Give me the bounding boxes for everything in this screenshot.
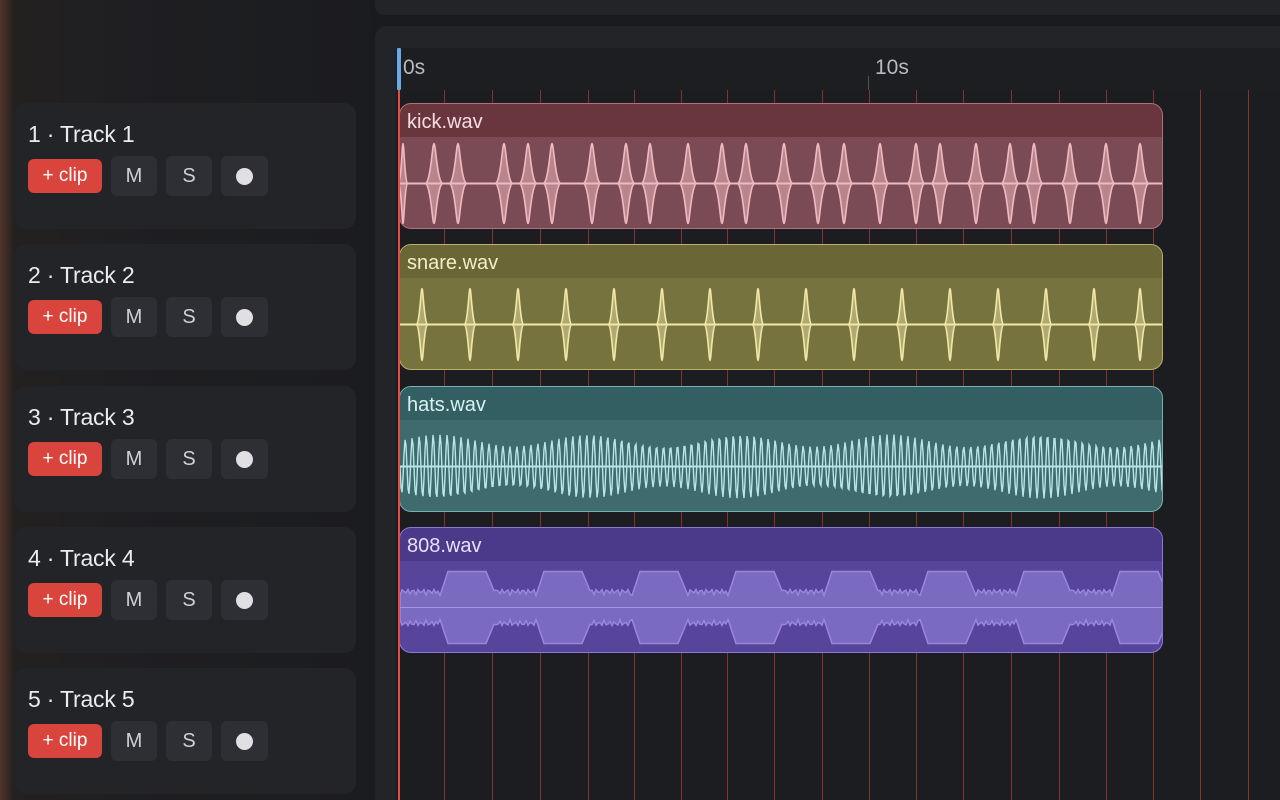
- daw-app: 1 · Track 1 + clip M S 2 · Track 2 + cli…: [0, 0, 1280, 800]
- track-header-1: 1 · Track 1 + clip M S: [14, 103, 356, 229]
- track-controls: + clip M S: [28, 580, 268, 620]
- mute-button[interactable]: M: [111, 721, 157, 761]
- clip-name: 808.wav: [407, 535, 482, 557]
- clip-header[interactable]: snare.wav: [400, 245, 1162, 278]
- track-controls: + clip M S: [28, 156, 268, 196]
- solo-button[interactable]: S: [166, 297, 212, 337]
- clip-name: kick.wav: [407, 111, 483, 133]
- track-title: 2 · Track 2: [28, 262, 135, 288]
- clip-name: snare.wav: [407, 252, 499, 274]
- audio-clip[interactable]: kick.wav: [399, 103, 1163, 229]
- playhead-handle[interactable]: [397, 48, 401, 90]
- transport-panel: [375, 0, 1280, 15]
- solo-button[interactable]: S: [166, 156, 212, 196]
- track-title: 1 · Track 1: [28, 121, 135, 147]
- waveform: [400, 142, 1162, 225]
- edge-glow: [0, 0, 14, 800]
- mute-button[interactable]: M: [111, 439, 157, 479]
- track-header-5: 5 · Track 5 + clip M S: [14, 668, 356, 794]
- mute-button[interactable]: M: [111, 156, 157, 196]
- time-ruler[interactable]: 0s 10s: [396, 48, 1280, 90]
- mute-button[interactable]: M: [111, 297, 157, 337]
- record-icon: [236, 308, 253, 326]
- record-arm-button[interactable]: [221, 439, 268, 479]
- clip-header[interactable]: kick.wav: [400, 104, 1162, 137]
- record-arm-button[interactable]: [221, 297, 268, 337]
- track-controls: + clip M S: [28, 721, 268, 761]
- grid-line: [1248, 90, 1249, 800]
- audio-clip[interactable]: snare.wav: [399, 244, 1163, 370]
- solo-button[interactable]: S: [166, 721, 212, 761]
- solo-button[interactable]: S: [166, 580, 212, 620]
- track-title: 3 · Track 3: [28, 404, 135, 430]
- add-clip-button[interactable]: + clip: [28, 583, 102, 617]
- track-controls: + clip M S: [28, 439, 268, 479]
- playhead[interactable]: [398, 90, 400, 800]
- track-header-3: 3 · Track 3 + clip M S: [14, 386, 356, 512]
- clip-header[interactable]: hats.wav: [400, 387, 1162, 420]
- waveform: [400, 570, 1162, 645]
- record-icon: [236, 591, 253, 609]
- track-header-2: 2 · Track 2 + clip M S: [14, 244, 356, 370]
- add-clip-button[interactable]: + clip: [28, 159, 102, 193]
- audio-clip[interactable]: hats.wav: [399, 386, 1163, 512]
- audio-clip[interactable]: 808.wav: [399, 527, 1163, 653]
- waveform: [400, 434, 1162, 499]
- mute-button[interactable]: M: [111, 580, 157, 620]
- record-icon: [236, 732, 253, 750]
- track-title: 4 · Track 4: [28, 545, 135, 571]
- ruler-label-10s: 10s: [875, 56, 909, 79]
- record-icon: [236, 167, 253, 185]
- track-controls: + clip M S: [28, 297, 268, 337]
- clip-header[interactable]: 808.wav: [400, 528, 1162, 561]
- record-arm-button[interactable]: [221, 721, 268, 761]
- solo-button[interactable]: S: [166, 439, 212, 479]
- record-arm-button[interactable]: [221, 580, 268, 620]
- add-clip-button[interactable]: + clip: [28, 300, 102, 334]
- ruler-tick: [868, 76, 869, 90]
- record-icon: [236, 450, 253, 468]
- add-clip-button[interactable]: + clip: [28, 724, 102, 758]
- track-header-4: 4 · Track 4 + clip M S: [14, 527, 356, 653]
- grid-line: [1200, 90, 1201, 800]
- add-clip-button[interactable]: + clip: [28, 442, 102, 476]
- waveform: [400, 287, 1162, 362]
- record-arm-button[interactable]: [221, 156, 268, 196]
- track-title: 5 · Track 5: [28, 686, 135, 712]
- ruler-label-0s: 0s: [403, 56, 426, 79]
- clip-name: hats.wav: [407, 394, 486, 416]
